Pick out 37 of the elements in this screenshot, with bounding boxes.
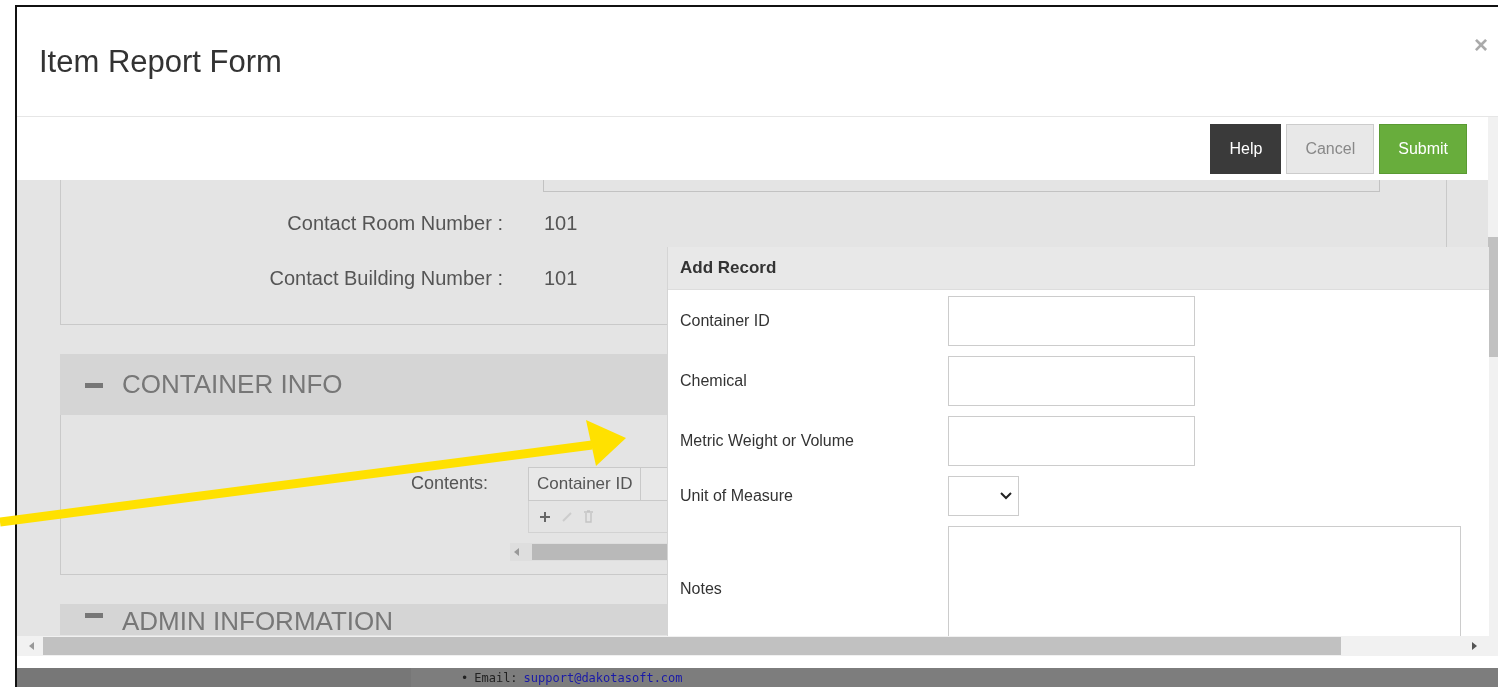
scroll-left-icon[interactable] — [514, 548, 520, 556]
email-link[interactable]: support@dakotasoft.com — [523, 670, 683, 685]
scroll-left-icon[interactable] — [29, 642, 35, 650]
field-label: Chemical — [679, 372, 748, 390]
select-field[interactable] — [948, 476, 1019, 516]
chevron-down-icon — [1000, 492, 1012, 500]
help-button[interactable]: Help — [1210, 123, 1282, 174]
submit-button[interactable]: Submit — [1379, 123, 1467, 174]
text-field[interactable] — [948, 296, 1195, 346]
text-field[interactable] — [543, 180, 1380, 192]
vertical-scrollbar[interactable] — [1488, 117, 1498, 636]
field-label: Container ID — [679, 312, 771, 330]
scroll-right-icon[interactable] — [1471, 642, 1477, 650]
field-label: Contact Building Number : — [268, 267, 503, 290]
close-button[interactable]: × — [1474, 31, 1488, 59]
text-field[interactable] — [948, 416, 1195, 466]
field-label: Notes — [679, 579, 723, 598]
add-icon[interactable] — [539, 510, 551, 523]
section-title: CONTAINER INFO — [122, 369, 343, 400]
dialog-title: Item Report Form — [39, 43, 282, 80]
notes-field[interactable] — [948, 526, 1461, 636]
contents-label: Contents: — [409, 473, 488, 495]
email-label: Email: — [474, 670, 518, 685]
pencil-icon[interactable] — [561, 510, 573, 523]
field-label: Metric Weight or Volume — [679, 432, 855, 450]
cancel-button[interactable]: Cancel — [1286, 123, 1375, 174]
field-value: 101 — [544, 267, 578, 290]
field-label: Unit of Measure — [679, 487, 794, 505]
panel-title: Add Record — [668, 247, 1489, 290]
bullet: • — [461, 670, 469, 685]
field-value: 101 — [544, 212, 578, 235]
trash-icon[interactable] — [583, 510, 594, 523]
horizontal-scrollbar[interactable] — [17, 636, 1498, 656]
column-header[interactable]: Container ID — [529, 468, 642, 500]
section-title: ADMIN INFORMATION — [122, 606, 394, 636]
field-label: Contact Room Number : — [286, 212, 503, 235]
text-field[interactable] — [948, 356, 1195, 406]
